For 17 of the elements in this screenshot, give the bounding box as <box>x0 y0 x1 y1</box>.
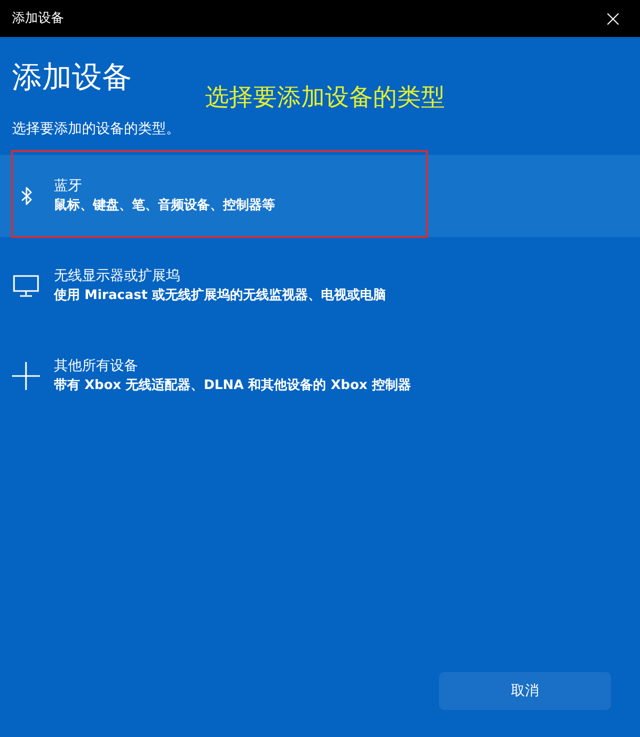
bluetooth-icon <box>20 186 32 206</box>
option-title: 蓝牙 <box>54 177 82 196</box>
monitor-icon <box>13 275 39 297</box>
dialog-subtitle: 选择要添加的设备的类型。 <box>11 120 180 139</box>
option-title: 无线显示器或扩展坞 <box>54 267 180 286</box>
window-title: 添加设备 <box>12 10 64 28</box>
option-description: 鼠标、键盘、笔、音频设备、控制器等 <box>54 196 275 215</box>
device-option[interactable]: 无线显示器或扩展坞 使用 Miracast 或无线扩展坞的无线监视器、电视或电脑 <box>0 245 640 327</box>
option-description: 带有 Xbox 无线适配器、DLNA 和其他设备的 Xbox 控制器 <box>54 377 411 395</box>
cancel-button[interactable]: 取消 <box>439 672 611 710</box>
close-icon <box>607 12 619 24</box>
device-option[interactable]: 其他所有设备 带有 Xbox 无线适配器、DLNA 和其他设备的 Xbox 控制器 <box>0 335 640 417</box>
plus-icon <box>12 362 40 390</box>
option-description: 使用 Miracast 或无线扩展坞的无线监视器、电视或电脑 <box>54 286 386 305</box>
option-title: 其他所有设备 <box>54 357 138 376</box>
dialog-heading: 添加设备 <box>11 59 132 97</box>
annotation-text: 选择要添加设备的类型 <box>205 82 445 112</box>
